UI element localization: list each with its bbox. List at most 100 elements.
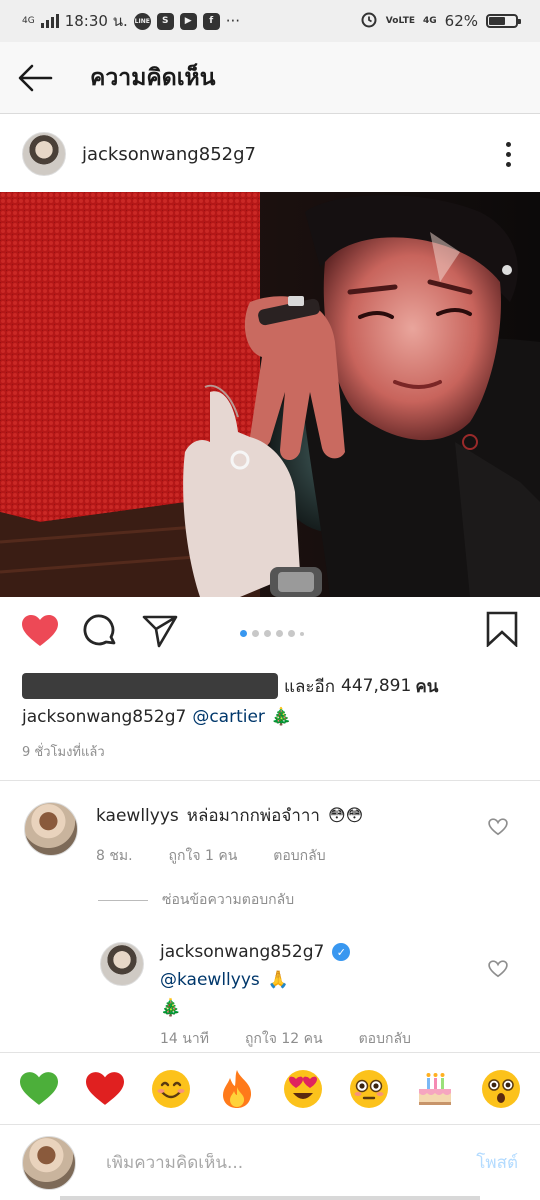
heart-outline-icon [488,960,508,978]
current-user-avatar [22,1135,76,1190]
dot-icon [505,161,511,167]
caption-mention-link[interactable]: @cartier [192,707,265,727]
reply-likes-count[interactable]: ถูกใจ 12 คน [245,1028,323,1050]
reply-time: 14 นาที [160,1031,209,1047]
back-arrow-icon [18,64,53,91]
page-title: ความคิดเห็น [90,64,216,91]
post-caption: jacksonwang852g7 @cartier 🎄 [22,707,292,727]
facebook-icon: f [202,12,220,30]
reply-like-button[interactable] [488,960,508,982]
comment-input[interactable] [106,1152,426,1173]
red-heart-emoji-button[interactable] [83,1067,127,1111]
green-heart-emoji-button[interactable] [17,1067,61,1111]
red-heart-icon [86,1071,124,1105]
network-type-right: 4G [423,16,437,26]
flushed-emoji-button[interactable] [347,1067,391,1111]
share-button[interactable] [140,611,180,651]
astonished-emoji-button[interactable] [479,1067,523,1111]
likes-unit: คน [415,676,439,697]
caption-emoji: 🎄 [270,707,293,727]
birthday-cake-emoji-button[interactable] [413,1067,457,1111]
post-comment-button[interactable]: โพสต์ [476,1149,518,1176]
comment-item: kaewllyys หล่อมากกพ่อจำาา 😳😳 8 ชม. ถูกใจ… [24,802,363,867]
save-button[interactable] [486,611,518,651]
reply-item: jacksonwang852g7 ✓ @kaewllyys 🙏 🎄 14 นาท… [100,942,450,1050]
comment-composer: โพสต์ [0,1124,540,1200]
send-icon [142,615,178,648]
reply-meta: 14 นาที ถูกใจ 12 คน ตอบกลับ [160,1028,450,1050]
likes-summary[interactable]: และอีก 447,891 คน [22,671,438,701]
post-photo[interactable] [0,192,540,597]
carousel-dot [288,630,295,637]
carousel-dot [252,630,259,637]
post-time-ago: 9 ชั่วโมงที่แล้ว [22,745,105,760]
carousel-dot [264,630,271,637]
smile-emoji-button[interactable] [149,1067,193,1111]
commenter-username[interactable]: kaewllyys [96,806,179,826]
comment-time: 8 ชม. [96,848,133,864]
hide-replies-label: ซ่อนข้อความตอบกลับ [162,892,295,908]
volte-indicator: VoLTE [386,16,415,26]
divider [0,780,540,781]
reply-author-avatar[interactable] [100,942,144,986]
comment-button[interactable] [80,611,120,651]
heart-eyes-icon [284,1069,322,1108]
clock: 18:30 น. [64,12,128,30]
heart-outline-icon [488,818,508,836]
bookmark-icon [486,611,518,648]
commenter-avatar[interactable] [24,802,78,856]
comment-like-button[interactable] [488,818,508,840]
fire-emoji-button[interactable] [215,1067,259,1111]
reply-mention-link[interactable]: @kaewllyys [160,970,260,990]
reply-button[interactable]: ตอบกลับ [359,1028,411,1050]
alarm-icon [360,10,378,32]
carousel-dot-active [240,630,247,637]
caption-username[interactable]: jacksonwang852g7 [22,707,186,727]
more-options-button[interactable] [498,141,518,167]
line-app-icon: LINE [133,12,151,30]
fire-icon [223,1069,252,1108]
carousel-indicator [240,630,304,637]
heart-eyes-emoji-button[interactable] [281,1067,325,1111]
back-button[interactable] [0,42,70,114]
gesture-bar [60,1196,480,1200]
battery-percent: 62% [444,12,478,30]
network-type: 4G [22,15,35,26]
green-heart-icon [20,1071,58,1105]
heart-filled-icon [22,615,58,646]
verified-badge-icon: ✓ [332,943,351,961]
post-author-avatar[interactable] [22,132,66,176]
comment-text-line: kaewllyys หล่อมากกพ่อจำาา 😳😳 [96,802,363,829]
comment-meta: 8 ชม. ถูกใจ 1 คน ตอบกลับ [96,845,363,867]
reply-button[interactable]: ตอบกลับ [273,845,325,867]
signal-icon [40,14,59,28]
more-notifications-icon: ··· [225,12,241,30]
reply-emoji: 🙏 [267,970,289,990]
smiling-face-icon [152,1069,190,1108]
reply-text-line: jacksonwang852g7 ✓ @kaewllyys 🙏 🎄 [160,942,450,1018]
hide-replies-line [98,899,148,901]
hide-replies-toggle[interactable]: ซ่อนข้อความตอบกลับ [98,889,294,911]
likes-count: 447,891 [341,676,412,696]
comment-emoji: 😳😳 [327,805,364,826]
post-image-illustration [0,192,540,597]
reply-emoji: 🎄 [160,998,182,1018]
comment-text: หล่อมากกพ่อจำาา [186,806,320,826]
dot-icon [505,141,511,147]
comment-likes-count[interactable]: ถูกใจ 1 คน [169,845,238,867]
comment-icon [83,614,116,646]
dot-icon [505,151,511,157]
likes-and-others-label: และอีก [284,676,336,697]
astonished-face-icon [482,1069,520,1108]
flushed-face-icon [350,1069,388,1108]
network-indicator: 4G [22,15,35,26]
reply-username[interactable]: jacksonwang852g7 [160,942,324,962]
post-header: jacksonwang852g7 [0,116,540,192]
status-bar: 4G 18:30 น. LINE S ▶ f ··· VoLTE 4G 62% [0,0,540,42]
carousel-dot [300,631,304,636]
post-author-username[interactable]: jacksonwang852g7 [82,144,256,165]
like-button[interactable] [20,611,60,651]
redacted-liker-names [22,673,278,699]
s-app-icon: S [156,12,174,30]
top-bar: ความคิดเห็น [0,42,540,114]
